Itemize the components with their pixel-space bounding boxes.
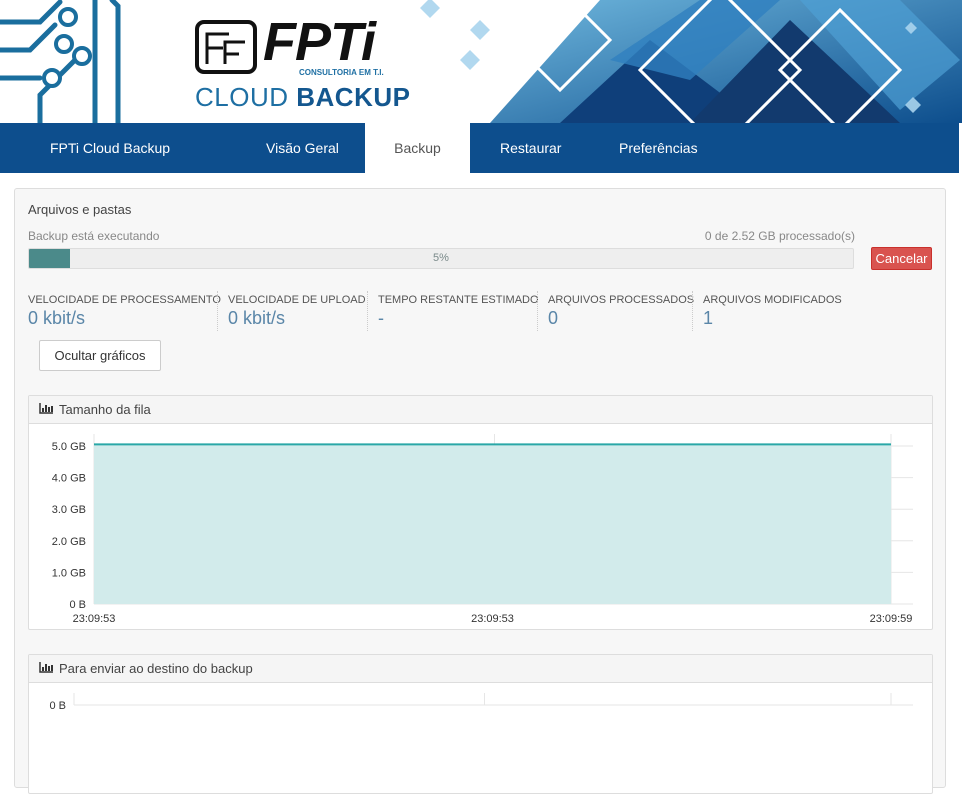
hide-charts-button[interactable]: Ocultar gráficos (39, 340, 161, 371)
stat-processing-speed: VELOCIDADE DE PROCESSAMENTO 0 kbit/s (28, 291, 216, 331)
stat-time-remaining: TEMPO RESTANTE ESTIMADO - (367, 291, 537, 331)
x-tick-label: 23:09:53 (471, 613, 514, 625)
queue-size-chart-card: Tamanho da fila 0 B 1.0 GB 2.0 GB 3.0 GB 4.0… (28, 395, 933, 630)
main-nav: FPTi Cloud Backup Visão Geral Backup Res… (0, 123, 959, 173)
y-tick-label: 0 B (49, 700, 66, 712)
stat-value: 0 kbit/s (28, 306, 216, 330)
panel-title: Arquivos e pastas (28, 202, 131, 217)
pending-upload-chart: 0 B (29, 683, 933, 793)
stat-value: - (378, 306, 537, 330)
logo-subtitle: CONSULTORIA EM T.I. (299, 68, 384, 77)
product-name-light: CLOUD (195, 82, 289, 112)
stat-label: ARQUIVOS MODIFICADOS (703, 291, 852, 306)
nav-item-restore[interactable]: Restaurar (500, 123, 561, 173)
stat-label: ARQUIVOS PROCESSADOS (548, 291, 691, 306)
stat-upload-speed: VELOCIDADE DE UPLOAD 0 kbit/s (217, 291, 365, 331)
bar-chart-icon (39, 396, 53, 423)
chart-title: Para enviar ao destino do backup (59, 661, 253, 676)
stat-label: TEMPO RESTANTE ESTIMADO (378, 291, 537, 306)
x-tick-label: 23:09:59 (870, 613, 913, 625)
banner-decoration (0, 0, 962, 123)
y-tick-label: 2.0 GB (52, 536, 86, 548)
brand-logo: FPTi CONSULTORIA EM T.I. CLOUD BACKUP (193, 18, 403, 113)
stat-value: 0 kbit/s (228, 306, 365, 330)
x-tick-label: 23:09:53 (73, 613, 116, 625)
processed-size: 0 de 2.52 GB processado(s) (705, 229, 855, 243)
nav-item-preferences[interactable]: Preferências (619, 123, 698, 173)
backup-progress-bar: 5% (28, 248, 854, 269)
bar-chart-icon (39, 655, 53, 682)
logo-emblem (195, 20, 257, 74)
stat-value: 1 (703, 306, 852, 330)
stat-files-processed: ARQUIVOS PROCESSADOS 0 (537, 291, 691, 331)
y-tick-label: 3.0 GB (52, 504, 86, 516)
header-banner: FPTi CONSULTORIA EM T.I. CLOUD BACKUP (0, 0, 962, 123)
y-tick-label: 4.0 GB (52, 473, 86, 485)
y-tick-label: 1.0 GB (52, 567, 86, 579)
nav-item-home[interactable]: FPTi Cloud Backup (50, 123, 170, 173)
y-tick-label: 0 B (69, 599, 86, 611)
chart-body: 0 B (29, 683, 932, 794)
backup-panel: Arquivos e pastas Backup está executando… (14, 188, 946, 788)
stat-files-modified: ARQUIVOS MODIFICADOS 1 (692, 291, 852, 331)
queue-size-chart: 0 B 1.0 GB 2.0 GB 3.0 GB 4.0 GB 5.0 GB 23:09:5… (29, 424, 933, 629)
y-tick-label: 5.0 GB (52, 441, 86, 453)
nav-item-overview[interactable]: Visão Geral (266, 123, 339, 173)
stat-label: VELOCIDADE DE PROCESSAMENTO (28, 291, 216, 306)
chart-header: Para enviar ao destino do backup (29, 655, 932, 683)
chart-body: 0 B 1.0 GB 2.0 GB 3.0 GB 4.0 GB 5.0 GB 23:09:5… (29, 424, 932, 630)
nav-item-backup[interactable]: Backup (365, 123, 470, 173)
backup-status: Backup está executando (28, 229, 159, 243)
stat-value: 0 (548, 306, 691, 330)
product-name: CLOUD BACKUP (195, 82, 410, 112)
series-area (94, 444, 891, 604)
cancel-button[interactable]: Cancelar (871, 247, 932, 270)
chart-header: Tamanho da fila (29, 396, 932, 424)
product-name-bold: BACKUP (296, 82, 410, 112)
chart-title: Tamanho da fila (59, 402, 151, 417)
stat-label: VELOCIDADE DE UPLOAD (228, 291, 365, 306)
logo-text: FPTi (263, 12, 375, 72)
progress-label: 5% (29, 249, 853, 268)
pending-upload-chart-card: Para enviar ao destino do backup 0 B (28, 654, 933, 794)
